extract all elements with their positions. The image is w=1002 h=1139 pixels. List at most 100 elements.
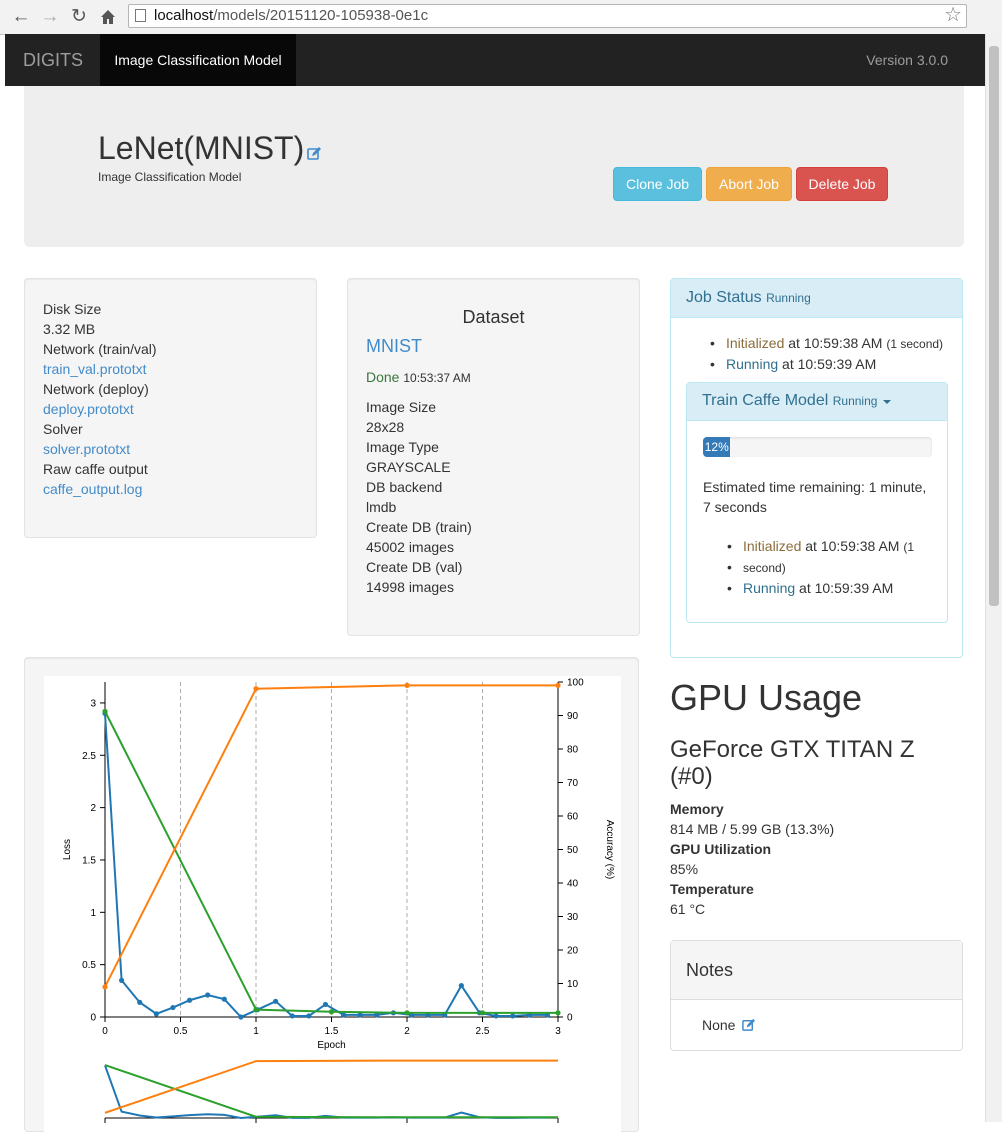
delete-job-button[interactable]: Delete Job xyxy=(796,167,888,201)
memory-label: Memory xyxy=(670,801,724,817)
y2-tick-label: 70 xyxy=(567,778,579,789)
scrollbar[interactable] xyxy=(985,34,1002,1122)
progress-bar: 12% xyxy=(703,437,932,457)
y-tick-label: 2.5 xyxy=(82,751,96,762)
list-item: Initialized at 10:59:38 AM (1 xyxy=(727,536,915,557)
event-time: at 10:59:38 AM xyxy=(805,538,900,554)
abort-job-button[interactable]: Abort Job xyxy=(706,167,792,201)
y-tick-label: 1 xyxy=(90,908,96,919)
forward-icon[interactable]: → xyxy=(38,5,62,29)
progress-fill: 12% xyxy=(703,437,731,457)
edit-icon[interactable] xyxy=(307,132,322,169)
bookmark-star-icon[interactable]: ☆ xyxy=(944,4,962,26)
browser-toolbar: ← → ↻ localhost/models/20151120-105938-0… xyxy=(0,0,1002,35)
list-item: Running at 10:59:39 AM xyxy=(710,354,943,374)
url-host: localhost xyxy=(154,7,214,24)
network-trainval-link[interactable]: train_val.prototxt xyxy=(43,361,147,377)
raw-caffe-output-label: Raw caffe output xyxy=(43,461,148,477)
y2-tick-label: 80 xyxy=(567,745,579,756)
data-point-orange xyxy=(253,686,259,692)
eta-line-2: 7 seconds xyxy=(703,499,767,515)
data-point-orange xyxy=(555,682,561,688)
y2-tick-label: 20 xyxy=(567,946,579,957)
event-time: at 10:59:39 AM xyxy=(799,580,894,596)
data-point-blue xyxy=(186,997,193,1003)
event-name: Initialized xyxy=(743,538,802,554)
event-time: at 10:59:39 AM xyxy=(782,356,877,372)
create-db-train-value: 45002 images xyxy=(366,539,454,555)
app-navbar: DIGITS Image Classification Model Versio… xyxy=(5,34,985,86)
image-type-value: GRAYSCALE xyxy=(366,459,451,475)
task-header[interactable]: Train Caffe Model Running xyxy=(687,383,947,421)
data-point-blue xyxy=(340,1012,347,1018)
y2-tick-label: 100 xyxy=(567,678,584,689)
event-duration: (1 xyxy=(903,540,915,554)
solver-label: Solver xyxy=(43,421,83,437)
back-icon[interactable]: ← xyxy=(9,5,33,29)
list-item: Initialized at 10:59:38 AM (1 second) xyxy=(710,333,944,354)
x-tick-label: 2 xyxy=(404,1026,410,1037)
data-point-green xyxy=(102,708,108,714)
y2-tick-label: 60 xyxy=(567,812,579,823)
overview-series-line-orange xyxy=(104,1059,558,1114)
overview-series-line-green xyxy=(104,1064,558,1119)
event-name: Running xyxy=(726,356,779,372)
dataset-panel: Dataset MNIST Done 10:53:37 AM Image Siz… xyxy=(347,278,640,636)
notes-panel: Notes None xyxy=(670,940,963,1051)
data-point-blue xyxy=(137,999,143,1005)
notes-value: None xyxy=(702,1017,736,1033)
task-title: Train Caffe Model xyxy=(702,392,829,409)
task-events-list: Initialized at 10:59:38 AM (1 second) Ru… xyxy=(727,536,915,598)
x-tick-label: 1.5 xyxy=(325,1026,339,1037)
dataset-name-link[interactable]: MNIST xyxy=(366,336,422,357)
image-type-label: Image Type xyxy=(366,439,439,455)
training-chart-panel: 0 0.5 1 1.5 2 2.5 3 0 0.5 1 1.5 2 2.5 3 0 10 20 30 40 50 60 7… xyxy=(24,657,639,1136)
data-point-blue xyxy=(238,1014,244,1020)
data-point-green xyxy=(328,1009,335,1015)
clone-job-button[interactable]: Clone Job xyxy=(613,167,702,201)
data-point-blue xyxy=(493,1013,499,1019)
solver-link[interactable]: solver.prototxt xyxy=(43,441,130,457)
data-point-green xyxy=(555,1010,561,1016)
data-point-blue xyxy=(273,998,279,1004)
job-status-header: Job Status Running xyxy=(671,279,962,318)
y-tick-label: 0 xyxy=(90,1013,96,1024)
gpu-utilization-label: GPU Utilization xyxy=(670,841,772,857)
brand-link[interactable]: DIGITS xyxy=(23,34,83,86)
data-point-blue xyxy=(306,1013,312,1019)
address-bar[interactable]: localhost/models/20151120-105938-0e1c ☆ xyxy=(128,4,967,28)
network-deploy-link[interactable]: deploy.prototxt xyxy=(43,401,134,417)
reload-icon[interactable]: ↻ xyxy=(67,5,91,29)
disk-size-value: 3.32 MB xyxy=(43,321,96,337)
job-status-title: Job Status xyxy=(686,289,762,306)
job-header: LeNet(MNIST) Image Classification Model … xyxy=(24,86,964,247)
x-tick-label: 1 xyxy=(253,1026,259,1037)
raw-caffe-output-link[interactable]: caffe_output.log xyxy=(43,481,142,497)
temperature-value: 61 °C xyxy=(670,901,706,917)
page-title-row: LeNet(MNIST) xyxy=(98,130,322,169)
model-files-panel: Disk Size 3.32 MB Network (train/val) tr… xyxy=(24,278,317,538)
data-point-blue xyxy=(170,1004,176,1011)
home-icon[interactable] xyxy=(96,5,120,29)
image-size-label: Image Size xyxy=(366,399,437,415)
edit-icon[interactable] xyxy=(742,1018,756,1035)
job-status-state: Running xyxy=(766,291,811,305)
scrollbar-thumb[interactable] xyxy=(989,46,999,606)
eta-text: Estimated time remaining: 1 minute, 7 se… xyxy=(703,477,926,517)
event-name: Initialized xyxy=(726,335,785,351)
y-tick-label: 0.5 xyxy=(82,960,96,971)
image-size-value: 28x28 xyxy=(366,419,405,435)
y2-tick-label: 90 xyxy=(567,711,579,722)
gpu-name-line-1: GeForce GTX TITAN Z xyxy=(670,736,915,763)
notes-value-row: None xyxy=(702,1017,756,1035)
eta-line-1: Estimated time remaining: 1 minute, xyxy=(703,479,927,495)
list-item-continuation: second) xyxy=(727,557,914,578)
y-tick-label: 1.5 xyxy=(82,855,96,866)
nav-item-image-classification-model[interactable]: Image Classification Model xyxy=(100,34,296,86)
event-duration-cont: second) xyxy=(743,561,786,575)
event-duration: (1 second) xyxy=(886,337,944,351)
gpu-utilization-value: 85% xyxy=(670,861,699,877)
y2-tick-label: 30 xyxy=(567,912,579,923)
data-point-blue xyxy=(322,1001,329,1008)
series-line-green xyxy=(104,710,558,1014)
